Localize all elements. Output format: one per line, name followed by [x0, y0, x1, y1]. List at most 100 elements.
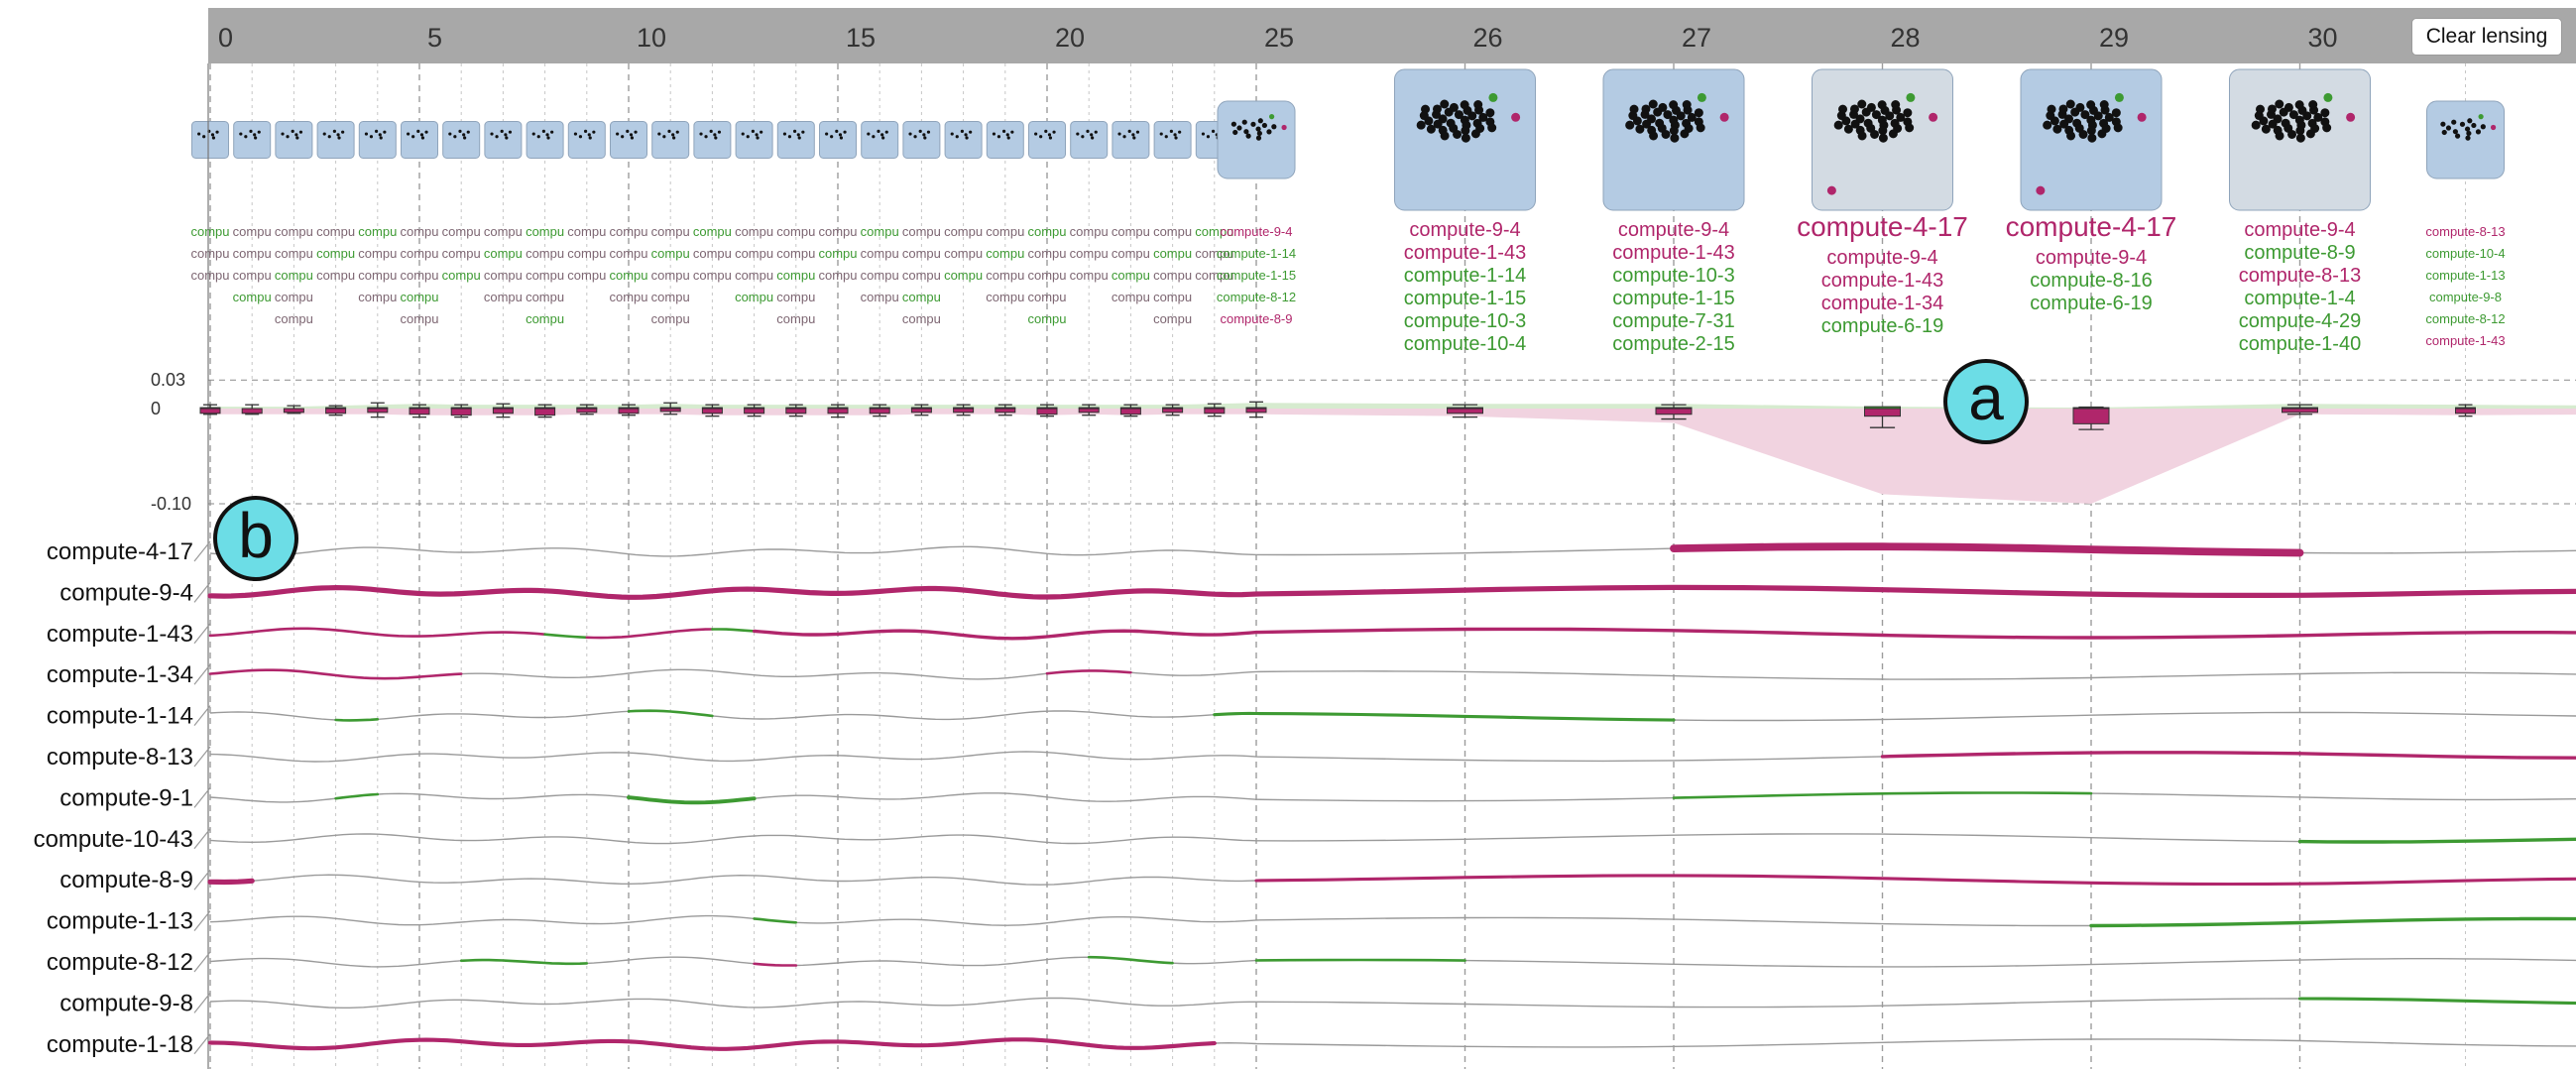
node-label: compu — [735, 224, 773, 239]
boxplot-box-positive — [1119, 407, 1141, 410]
thumbnail-point — [1005, 133, 1009, 137]
thumbnail-point — [281, 132, 285, 136]
thumbnail-point — [336, 133, 340, 137]
series-label: compute-8-9 — [59, 867, 193, 893]
scatter-thumbnail — [986, 121, 1024, 159]
scatter-thumbnail — [651, 121, 690, 159]
node-label: compu — [1027, 268, 1066, 283]
node-label: compu — [233, 246, 272, 261]
node-label: compu — [275, 290, 313, 304]
node-label: compute-1-14 — [1404, 265, 1526, 287]
series-highlight-segment — [1087, 955, 1174, 965]
thumbnail-point — [420, 136, 425, 140]
y-tick-label: -0.10 — [151, 494, 191, 514]
thumbnail-point — [1206, 135, 1211, 139]
node-label: compute-6-19 — [1821, 315, 1943, 337]
boxplot-box-positive — [576, 407, 598, 410]
thumbnail-point — [950, 132, 954, 136]
boxplot-box-negative — [785, 408, 807, 415]
boxplot-box-positive — [785, 407, 807, 410]
node-label: compu — [944, 268, 983, 283]
boxplot-box-negative — [1036, 408, 1058, 416]
thumbnail-point — [1878, 133, 1888, 143]
node-label: compu — [358, 246, 397, 261]
thumbnail-point — [2283, 102, 2293, 112]
thumbnail-point — [2058, 104, 2068, 114]
thumbnail-point — [2275, 131, 2284, 141]
series-line — [209, 833, 2576, 845]
boxplot-box-negative — [1447, 408, 1483, 415]
thumbnail-point — [1857, 131, 1867, 141]
thumbnail-point — [1127, 129, 1131, 133]
thumbnail-point — [657, 132, 661, 136]
thumbnail-point — [1230, 121, 1236, 127]
boxplot-box-negative — [576, 408, 598, 414]
thumbnail-point — [1648, 99, 1658, 109]
node-label: compute-9-4 — [1618, 219, 1729, 241]
node-label: compu — [861, 268, 899, 283]
thumbnail-point — [1132, 136, 1136, 140]
series-highlight-segment — [2089, 916, 2576, 928]
thumbnail-point — [364, 132, 369, 136]
thumbnail-point — [210, 133, 215, 137]
thumbnail-point — [2440, 121, 2446, 127]
clear-lensing-button[interactable]: Clear lensing — [2411, 18, 2562, 56]
thumbnail-point — [1449, 102, 1459, 112]
thumbnail-point — [923, 136, 927, 140]
thumbnail-point — [1255, 135, 1262, 141]
thumbnail-point — [630, 136, 635, 140]
thumbnail-point — [2308, 100, 2318, 110]
node-label: compute-8-13 — [2425, 224, 2505, 239]
node-label: compute-1-40 — [2239, 333, 2361, 355]
series-highlight-segment — [207, 878, 255, 886]
node-label: compu — [902, 311, 941, 326]
boxplot-box-positive — [744, 407, 765, 410]
thumbnail-point — [505, 136, 509, 140]
boxplot-box-negative — [2455, 408, 2476, 415]
scatter-thumbnail — [442, 121, 481, 159]
scatter-thumbnail — [1112, 121, 1150, 159]
thumbnail-point — [378, 133, 382, 137]
scatter-thumbnail — [735, 121, 773, 159]
series-highlight-segment — [208, 627, 546, 638]
node-label: compute-9-4 — [1409, 219, 1520, 241]
series-highlight-segment — [753, 917, 798, 924]
thumbnail-point — [960, 129, 964, 133]
thumbnail-point — [1076, 132, 1080, 136]
node-label: compute-2-15 — [1612, 333, 1734, 355]
node-label: compu — [1153, 268, 1192, 283]
thumbnail-point — [1877, 100, 1887, 110]
boxplot-box-positive — [659, 407, 681, 410]
thumbnail-point — [843, 130, 847, 134]
chart-canvas: 0 5 10 15 20 25 26 27 28 29 30compucompucompucompu… — [34, 8, 2576, 1069]
scatter-thumbnail — [1217, 100, 1296, 179]
thumbnail-point — [573, 132, 578, 136]
thumbnail-point — [1453, 129, 1463, 139]
thumbnail-point — [2466, 130, 2472, 137]
node-label: compu — [190, 246, 229, 261]
thumbnail-point — [2287, 129, 2297, 139]
boxplot-box-positive — [492, 407, 514, 410]
node-label: compute-8-9 — [1221, 311, 1293, 326]
thumbnail-point — [704, 135, 708, 139]
thumbnail-point — [1511, 112, 1521, 122]
node-label: compu — [1153, 246, 1192, 261]
thumbnail-point — [918, 129, 922, 133]
node-label: compu — [1112, 246, 1150, 261]
node-label: compu — [1027, 246, 1066, 261]
scatter-thumbnail — [944, 121, 983, 159]
thumbnail-point — [2087, 133, 2097, 143]
node-label: compute-1-15 — [1404, 288, 1526, 309]
thumbnail-point — [2459, 121, 2466, 127]
scatter-thumbnail — [275, 121, 313, 159]
thumbnail-point — [2294, 100, 2304, 110]
thumbnail-point — [1010, 130, 1014, 134]
thumbnail-point — [197, 132, 201, 136]
time-tick-label: 15 — [846, 23, 876, 53]
series-label: compute-4-17 — [47, 538, 193, 565]
node-label: compu — [861, 290, 899, 304]
thumbnail-point — [1661, 129, 1671, 139]
thumbnail-point — [796, 133, 800, 137]
thumbnail-point — [964, 133, 968, 137]
node-label: compu — [275, 311, 313, 326]
